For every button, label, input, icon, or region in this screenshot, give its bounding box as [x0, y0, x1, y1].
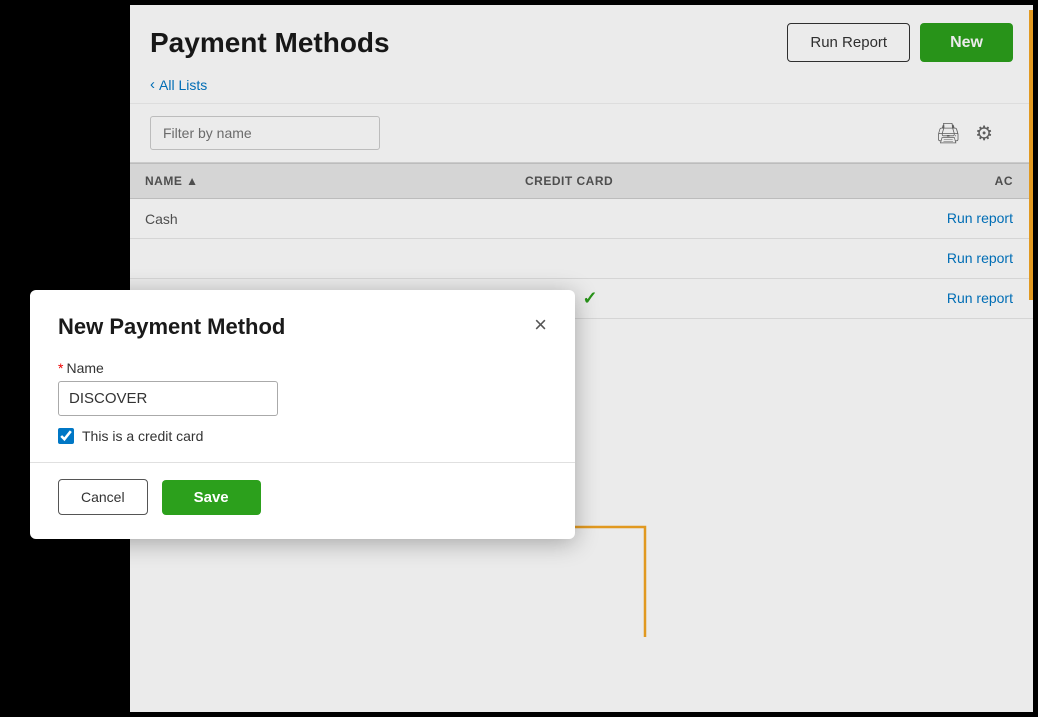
- cell-action: Run report: [670, 282, 1033, 316]
- cell-credit-card: [510, 251, 670, 267]
- orange-highlight-border: [1029, 10, 1033, 300]
- cell-name: Cash: [130, 203, 510, 235]
- col-header-action: AC: [670, 164, 1033, 198]
- modal-divider: [30, 462, 575, 463]
- modal-footer: Cancel Save: [58, 479, 547, 515]
- cell-credit-card: [510, 211, 670, 227]
- modal-dialog: New Payment Method × * Name This is a cr…: [30, 290, 575, 539]
- toolbar-icons: 🖨 ⚙: [936, 121, 1013, 146]
- cancel-button[interactable]: Cancel: [58, 479, 148, 515]
- name-input[interactable]: [58, 381, 278, 416]
- table-row: Cash Run report: [130, 199, 1033, 239]
- filter-input[interactable]: [150, 116, 380, 150]
- page-title: Payment Methods: [150, 27, 390, 59]
- breadcrumb[interactable]: ‹ All Lists: [130, 72, 1033, 103]
- all-lists-label[interactable]: All Lists: [159, 77, 207, 93]
- modal-close-button[interactable]: ×: [534, 314, 547, 336]
- cell-name: [130, 251, 510, 267]
- cell-action: Run report: [670, 202, 1033, 236]
- filter-area: 🖨 ⚙: [130, 103, 1033, 162]
- back-icon: ‹: [150, 76, 155, 93]
- name-field-label: * Name: [58, 360, 547, 376]
- save-button[interactable]: Save: [162, 480, 261, 515]
- run-report-button[interactable]: Run Report: [787, 23, 910, 62]
- credit-card-checkbox[interactable]: [58, 428, 74, 444]
- print-icon[interactable]: 🖨: [936, 121, 961, 146]
- credit-card-checkmark: ✓: [582, 288, 597, 309]
- run-report-link[interactable]: Run report: [947, 290, 1013, 306]
- col-header-name[interactable]: NAME ▲: [130, 164, 510, 198]
- modal-header: New Payment Method ×: [58, 314, 547, 340]
- checkbox-row: This is a credit card: [58, 428, 547, 444]
- table-row: Run report: [130, 239, 1033, 279]
- settings-icon[interactable]: ⚙: [975, 121, 993, 146]
- table-header-row: NAME ▲ CREDIT CARD AC: [130, 163, 1033, 199]
- new-button[interactable]: New: [920, 23, 1013, 62]
- run-report-link[interactable]: Run report: [947, 250, 1013, 266]
- modal-title: New Payment Method: [58, 314, 285, 340]
- col-header-credit-card: CREDIT CARD: [510, 164, 670, 198]
- page-header: Payment Methods Run Report New: [130, 5, 1033, 72]
- required-star: *: [58, 360, 63, 376]
- name-field: * Name: [58, 360, 547, 416]
- header-buttons: Run Report New: [787, 23, 1013, 62]
- checkbox-label[interactable]: This is a credit card: [82, 428, 203, 444]
- cell-action: Run report: [670, 242, 1033, 276]
- run-report-link[interactable]: Run report: [947, 210, 1013, 226]
